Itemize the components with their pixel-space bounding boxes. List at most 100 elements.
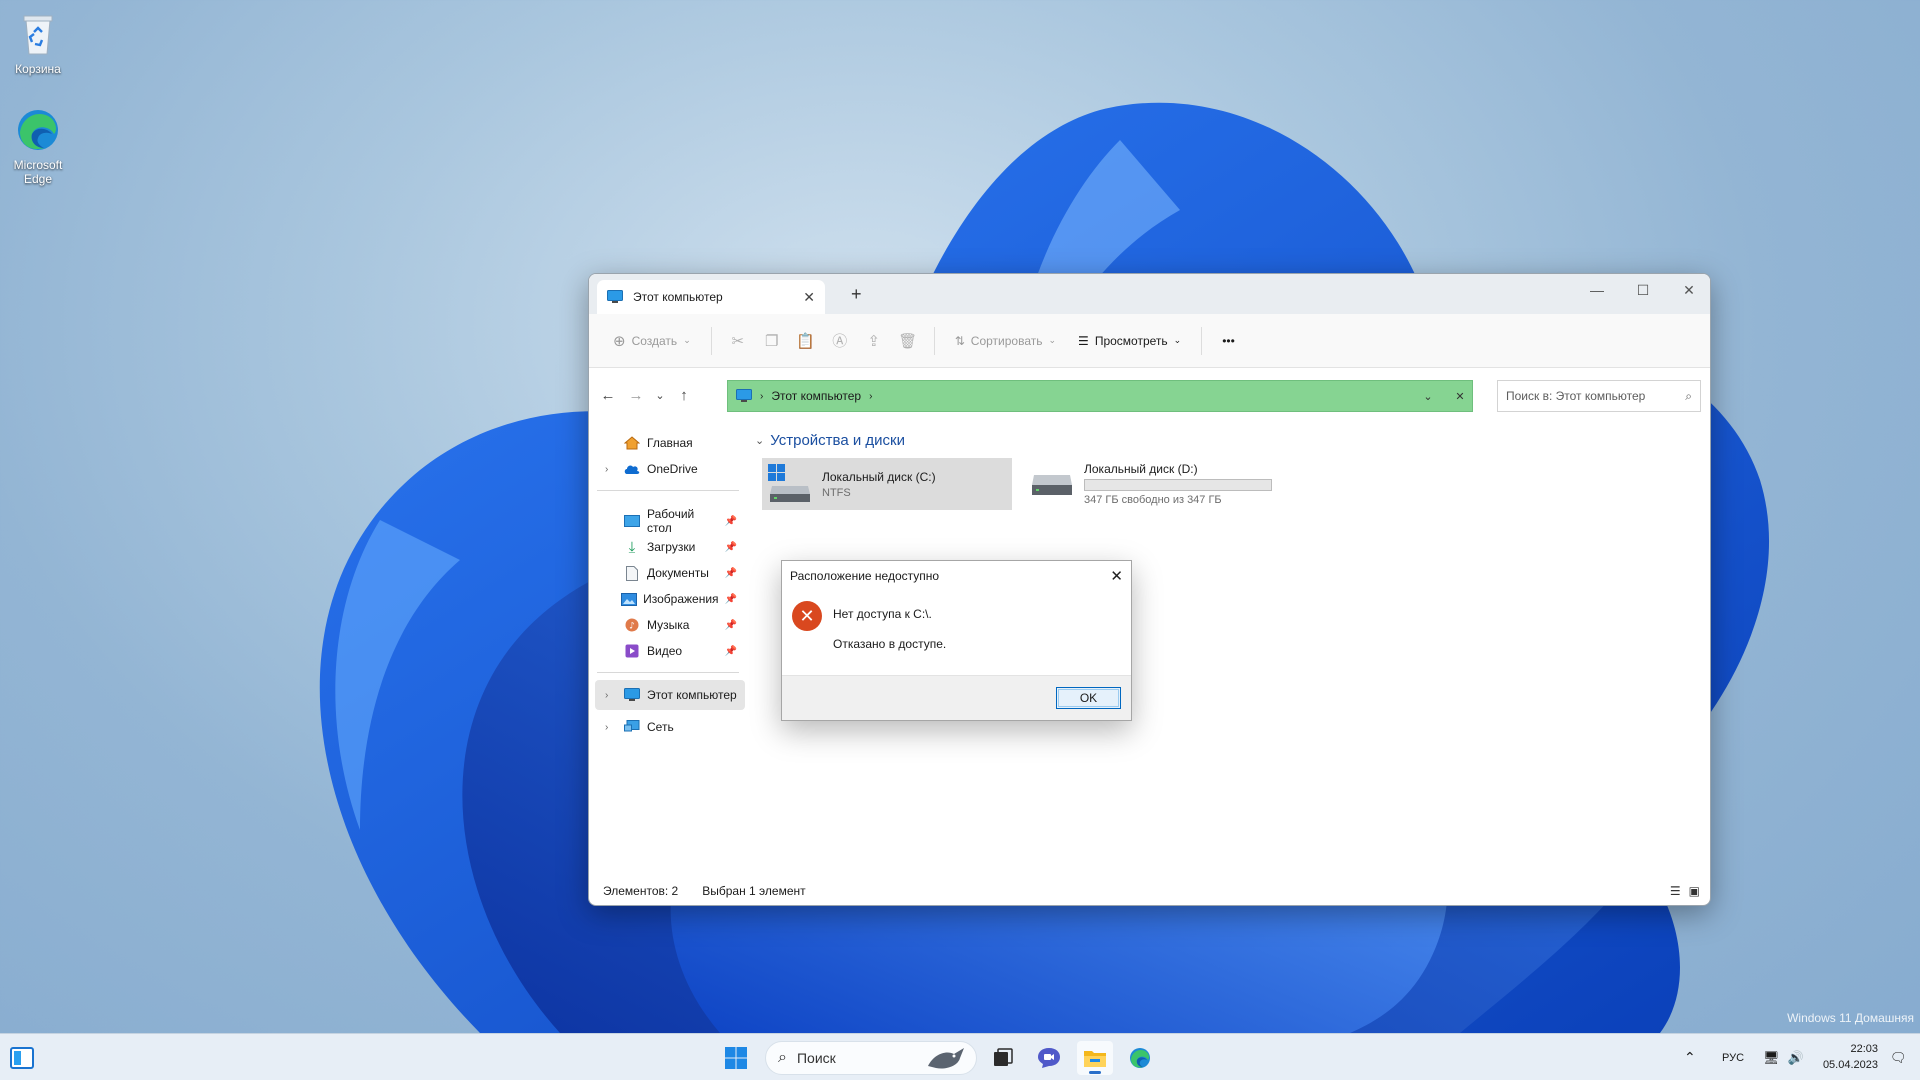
show-hidden-icons-button[interactable]: ⌃ [1684, 1034, 1696, 1080]
sidebar-item-this-pc[interactable]: › Этот компьютер [595, 680, 745, 710]
copy-icon[interactable]: ❐ [758, 323, 786, 359]
teams-chat-button[interactable] [1031, 1041, 1067, 1075]
pin-icon: 📌 [724, 619, 737, 631]
search-placeholder: Поиск в: Этот компьютер [1506, 389, 1646, 403]
clear-address-icon[interactable]: ✕ [1448, 390, 1472, 403]
drive-c-filesystem: NTFS [822, 486, 851, 499]
pin-icon: 📌 [724, 645, 737, 657]
sidebar-label-videos: Видео [647, 644, 683, 658]
sidebar-label-desktop: Рабочий стол [647, 507, 695, 535]
dialog-message: Нет доступа к C:\. [833, 607, 932, 621]
sort-label: Сортировать [970, 333, 1043, 348]
pin-icon: 📌 [724, 515, 737, 527]
task-view-button[interactable] [985, 1041, 1021, 1075]
dialog-footer: OK [782, 675, 1131, 720]
computer-icon [623, 687, 641, 703]
sort-button[interactable]: ⇅ Сортировать ⌄ [947, 323, 1064, 359]
taskbar-search-box[interactable]: ⌕ Поиск [765, 1041, 977, 1075]
edge-taskbar-button[interactable] [1122, 1041, 1158, 1075]
expand-chevron-icon[interactable]: › [605, 722, 617, 733]
toolbar-separator [1201, 326, 1203, 355]
view-icon: ☰ [1078, 333, 1089, 348]
up-arrow-icon[interactable]: ↑ [673, 384, 695, 406]
drive-d[interactable]: Локальный диск (D:) 347 ГБ свободно из 3… [1024, 458, 1284, 510]
large-icons-view-icon[interactable]: ▣ [1689, 884, 1700, 898]
new-tab-button[interactable]: + [851, 284, 862, 305]
breadcrumb-chevron-icon[interactable]: › [869, 391, 872, 402]
edge-icon [18, 110, 58, 150]
sort-icon: ⇅ [954, 333, 965, 348]
create-label: Создать [631, 333, 678, 348]
sidebar-item-videos[interactable]: Видео 📌 [595, 636, 745, 666]
dialog-title: Расположение недоступно [790, 569, 940, 583]
desktop-icon [623, 513, 641, 529]
pin-icon: 📌 [724, 567, 737, 579]
sidebar-label-onedrive: OneDrive [647, 462, 698, 476]
input-language-indicator[interactable]: РУС [1722, 1034, 1744, 1080]
navigation-row: ← → ⌄ ↑ › Этот компьютер › ⌄ ✕ Поиск в: … [589, 368, 1710, 422]
address-bar[interactable]: › Этот компьютер › ⌄ ✕ [727, 380, 1473, 412]
sidebar-label-documents: Документы [647, 566, 709, 580]
sidebar-item-onedrive[interactable]: › OneDrive [595, 454, 745, 484]
edge-label-line2: Edge [23, 172, 53, 186]
create-button[interactable]: ⊕ Создать ⌄ [605, 323, 699, 359]
search-box[interactable]: Поиск в: Этот компьютер ⌕ [1497, 380, 1701, 412]
minimize-button[interactable]: — [1574, 274, 1620, 306]
navigation-pane: Главная › OneDrive Рабочий стол 📌 ⤓ Загр… [589, 422, 745, 862]
cut-icon[interactable]: ✂ [724, 323, 752, 359]
start-button[interactable] [718, 1041, 754, 1075]
quick-settings-button[interactable]: 🖥 🔊 [1763, 1034, 1804, 1080]
close-tab-icon[interactable]: ✕ [803, 289, 815, 306]
back-arrow-icon[interactable]: ← [597, 384, 619, 406]
drive-d-usage-bar [1084, 479, 1272, 491]
share-icon[interactable]: ⇪ [860, 323, 888, 359]
close-window-button[interactable]: ✕ [1666, 274, 1710, 306]
sidebar-divider [597, 672, 739, 673]
recent-locations-chevron-icon[interactable]: ⌄ [649, 384, 671, 406]
paste-icon[interactable]: 📋 [792, 323, 820, 359]
dialog-close-icon[interactable]: ✕ [1110, 567, 1123, 585]
recycle-bin-icon [23, 15, 53, 55]
folder-icon [1084, 1051, 1106, 1067]
devices-group-header[interactable]: ⌄ Устройства и диски [755, 432, 905, 449]
widgets-button[interactable] [4, 1041, 40, 1075]
rename-icon[interactable]: Ⓐ [826, 323, 854, 359]
chevron-down-icon: ⌄ [1048, 335, 1057, 345]
document-icon [623, 565, 641, 581]
expand-chevron-icon[interactable]: › [605, 464, 617, 475]
file-explorer-taskbar-button[interactable] [1077, 1041, 1113, 1075]
details-view-icon[interactable]: ☰ [1670, 884, 1681, 898]
delete-icon[interactable]: 🗑 [894, 323, 922, 359]
chevron-down-icon: ⌄ [683, 335, 691, 345]
sidebar-label-home: Главная [647, 436, 693, 450]
expand-chevron-icon[interactable]: › [605, 690, 617, 701]
tab-this-pc[interactable]: Этот компьютер ✕ [597, 280, 825, 314]
computer-icon [736, 389, 752, 402]
view-button[interactable]: ☰ Просмотреть ⌄ [1070, 323, 1189, 359]
drive-c-name: Локальный диск (C:) [822, 469, 936, 484]
forward-arrow-icon[interactable]: → [625, 384, 647, 406]
address-history-chevron-icon[interactable]: ⌄ [1416, 390, 1440, 403]
more-options-button[interactable]: ••• [1214, 323, 1243, 359]
music-icon: ♪ [623, 617, 641, 633]
clock[interactable]: 22:03 05.04.2023 [1808, 1041, 1878, 1073]
maximize-button[interactable]: ☐ [1620, 274, 1666, 306]
drive-c[interactable]: Локальный диск (C:) NTFS [762, 458, 1012, 510]
clock-date: 05.04.2023 [1822, 1059, 1878, 1071]
notifications-button[interactable]: 🗨 [1890, 1034, 1907, 1080]
volume-icon: 🔊 [1787, 1049, 1804, 1065]
status-bar: Элементов: 2 Выбран 1 элемент ☰ ▣ [589, 877, 1710, 905]
ok-button[interactable]: OK [1056, 687, 1121, 709]
toolbar-separator [933, 326, 935, 355]
breadcrumb-this-pc[interactable]: Этот компьютер [771, 389, 861, 403]
edge-desktop-icon[interactable]: Microsoft Edge [0, 106, 76, 186]
recycle-bin-label: Корзина [15, 62, 61, 76]
pin-icon: 📌 [724, 593, 737, 605]
devices-group-title: Устройства и диски [770, 432, 905, 449]
task-view-icon [994, 1048, 1013, 1066]
taskbar: ⌕ Поиск ⌃ РУС 🖥 🔊 22:03 05.04.2023 🗨 [0, 1033, 1920, 1080]
recycle-bin-desktop-icon[interactable]: Корзина [0, 10, 76, 76]
sidebar-item-network[interactable]: › Сеть [595, 712, 745, 742]
chat-icon [1038, 1048, 1060, 1068]
drive-d-name: Локальный диск (D:) [1084, 462, 1198, 476]
